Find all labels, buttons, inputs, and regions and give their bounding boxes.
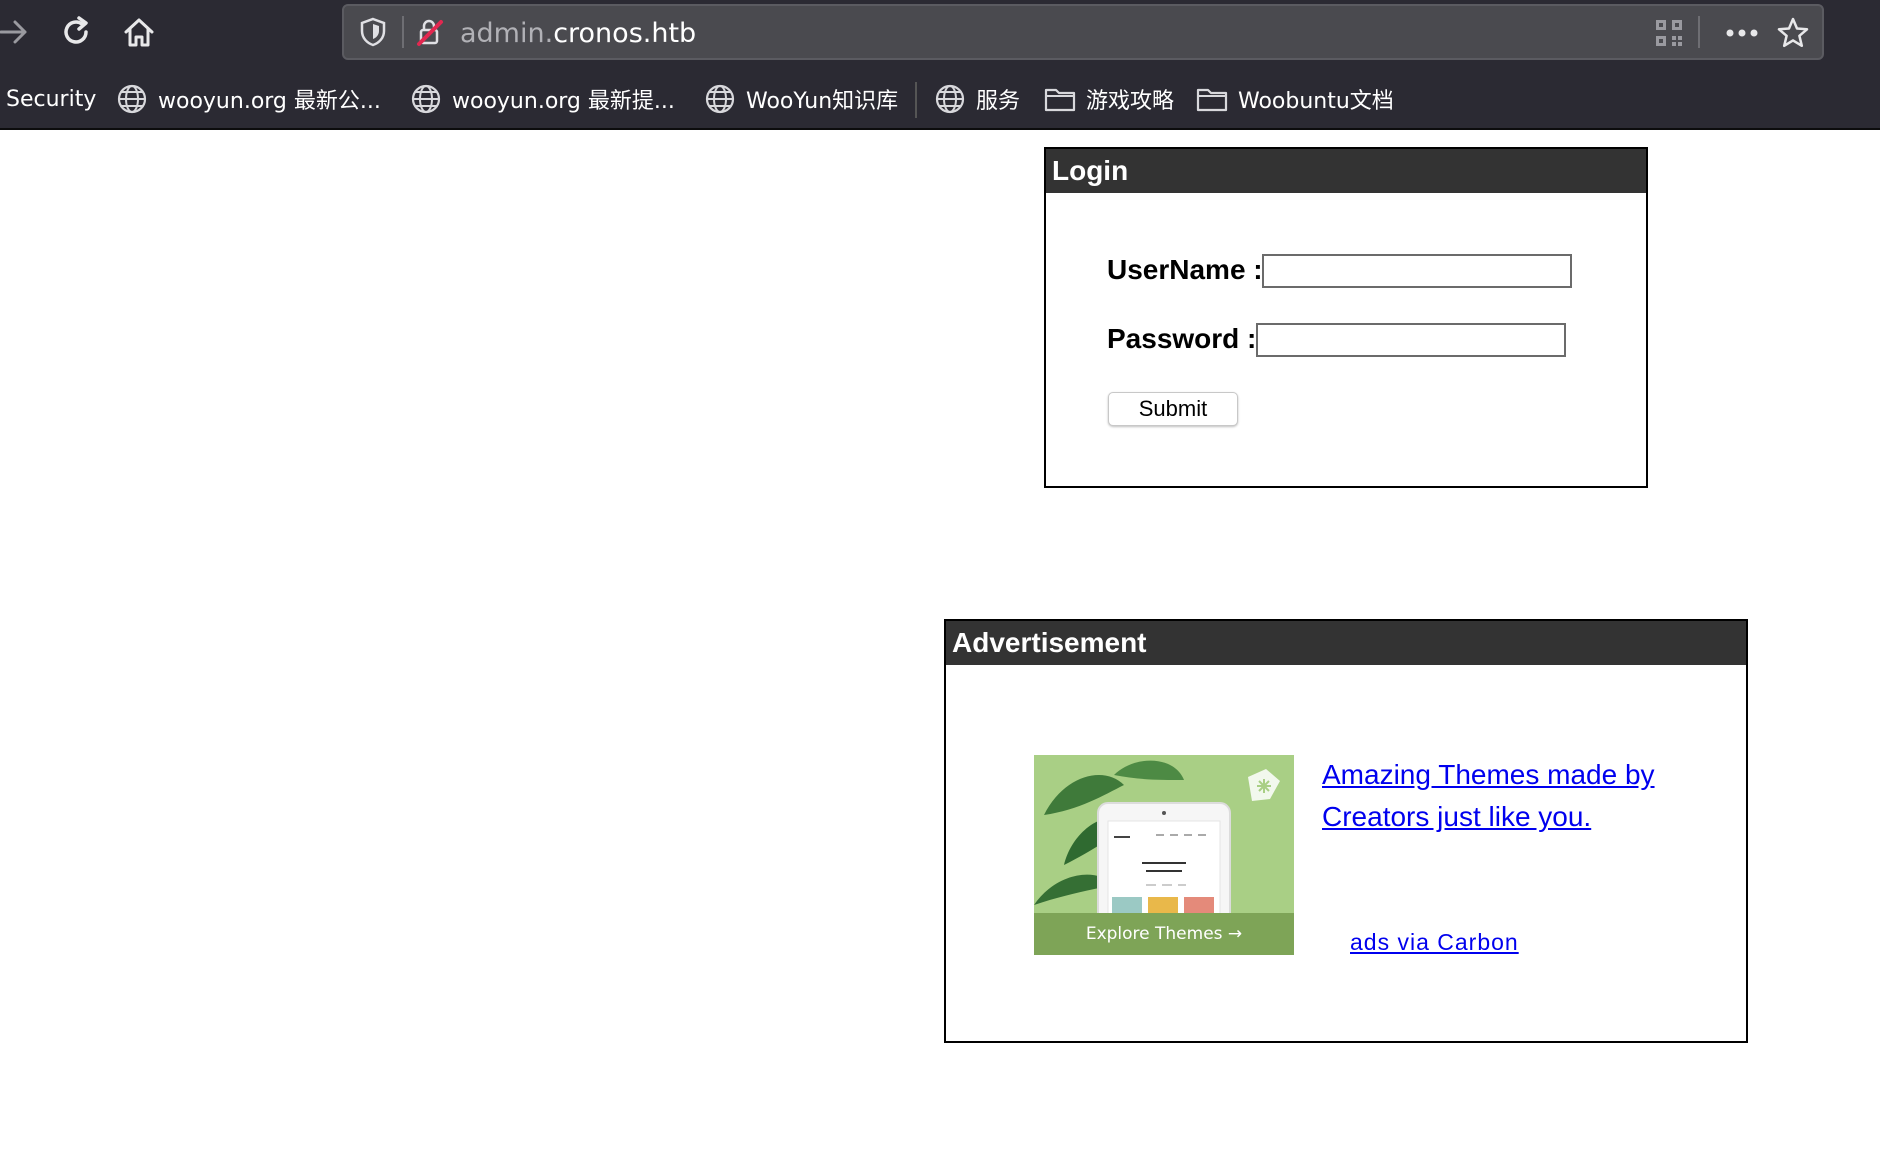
login-panel-title: Login [1046,149,1646,193]
bookmark-wooyun-submissions[interactable]: wooyun.org 最新提... [410,82,675,116]
reload-icon[interactable] [54,10,98,54]
username-label: UserName : [1107,254,1263,285]
url-text[interactable]: admin.cronos.htb [460,18,696,49]
bookmark-star-icon[interactable] [1776,16,1810,55]
address-bar[interactable]: admin.cronos.htb [342,4,1824,60]
bookmark-services[interactable]: 服务 [934,82,1020,116]
folder-icon [1044,88,1076,112]
username-input[interactable] [1262,254,1572,288]
submit-button[interactable]: Submit [1108,392,1238,426]
ad-image-caption: Explore Themes → [1034,913,1294,955]
ad-banner-image[interactable]: Explore Themes → [1034,755,1294,955]
url-divider-right [1698,16,1700,48]
globe-icon [411,84,441,114]
bookmark-label: wooyun.org 最新公... [158,89,381,114]
ads-via-carbon-link[interactable]: ads via Carbon [1350,929,1519,956]
bookmark-label: 服务 [976,89,1021,114]
qr-code-icon[interactable] [1654,18,1684,53]
bookmark-folder-game-guides[interactable]: 游戏攻略 [1044,82,1174,116]
advertisement-panel: Advertisement Explore Themes → Amazing T… [944,619,1748,1043]
bookmark-security[interactable]: Security [6,82,96,116]
url-divider [402,16,404,48]
tracking-shield-icon[interactable] [358,16,388,53]
folder-icon [1196,88,1228,112]
globe-icon [117,84,147,114]
bookmark-label: wooyun.org 最新提... [452,89,675,114]
insecure-lock-icon[interactable] [414,16,446,53]
login-panel: Login UserName : Password : Submit [1044,147,1648,488]
bookmark-folder-woobuntu-docs[interactable]: Woobuntu文档 [1196,82,1394,116]
browser-toolbar: admin.cronos.htb [0,0,1880,68]
password-input[interactable] [1256,323,1566,357]
bookmark-label: Woobuntu文档 [1238,89,1394,114]
password-label: Password : [1107,323,1257,354]
bookmark-wooyun-knowledge[interactable]: WooYun知识库 [704,82,898,116]
bookmark-label: Security [6,86,97,112]
more-actions-icon[interactable] [1722,18,1762,53]
home-icon[interactable] [117,10,161,54]
bookmark-label: WooYun知识库 [746,89,899,114]
advertisement-panel-title: Advertisement [946,621,1746,665]
globe-icon [705,84,735,114]
bookmarks-toolbar: Security wooyun.org 最新公... wooyun.org 最新… [0,68,1880,130]
ad-link-line-2[interactable]: Creators just like you. [1322,796,1591,838]
bookmark-label: 游戏攻略 [1086,89,1175,114]
bookmark-separator [915,82,917,118]
bookmark-wooyun-announcements[interactable]: wooyun.org 最新公... [116,82,381,116]
forward-arrow-icon[interactable] [0,10,36,54]
globe-icon [935,84,965,114]
ad-link-line-1[interactable]: Amazing Themes made by [1322,754,1655,796]
